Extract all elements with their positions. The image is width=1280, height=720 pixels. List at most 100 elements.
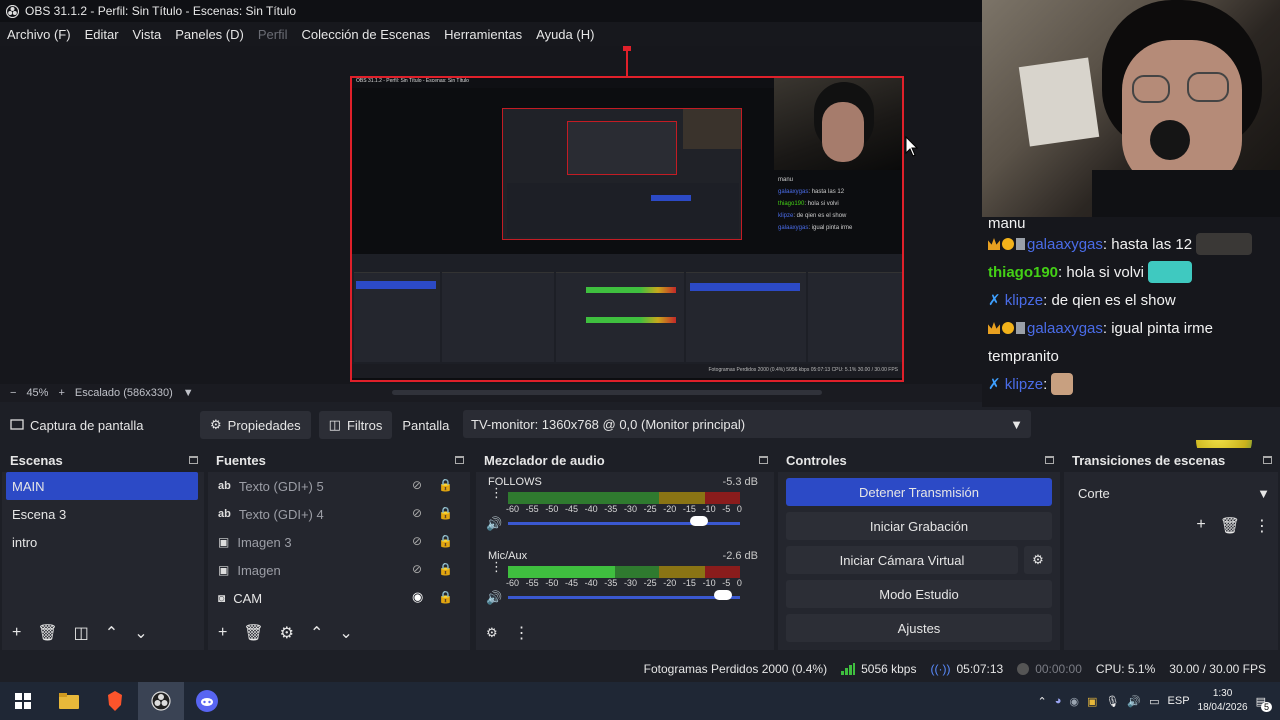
menu-dots-icon[interactable]: ⋮ — [1254, 516, 1270, 536]
trash-icon[interactable]: 🗑 — [243, 623, 263, 643]
eye-hidden-icon[interactable]: ⊘ — [412, 479, 426, 491]
gear-icon[interactable]: ⚙ — [280, 623, 294, 643]
source-item[interactable]: ab Texto (GDI+) 5 ⊘ 🔒 — [208, 472, 470, 500]
meter-tick-label: -55 — [525, 578, 539, 588]
lock-icon[interactable]: 🔒 — [438, 562, 453, 576]
scene-item[interactable]: Escena 3 — [2, 500, 204, 528]
stop-streaming-button[interactable]: Detener Transmisión — [786, 478, 1052, 506]
menu-dots-icon[interactable]: ⋮ — [514, 623, 530, 643]
menu-ayuda[interactable]: Ayuda (H) — [536, 27, 594, 42]
selection-handle-top[interactable] — [620, 46, 634, 80]
scene-item[interactable]: intro — [2, 528, 204, 556]
source-item[interactable]: ab Texto (GDI+) 4 ⊘ 🔒 — [208, 500, 470, 528]
up-arrow-icon[interactable]: ⌃ — [310, 623, 323, 643]
undock-icon[interactable] — [189, 456, 198, 464]
notifications-icon[interactable]: ▤ 5 — [1256, 695, 1272, 712]
eye-hidden-icon[interactable]: ⊘ — [412, 563, 426, 575]
wall-poster — [1018, 57, 1100, 147]
lock-icon[interactable]: 🔒 — [438, 590, 453, 604]
zoom-out-button[interactable]: − — [10, 387, 16, 399]
clock[interactable]: 1:30 18/04/2026 — [1198, 687, 1248, 715]
trash-icon[interactable]: 🗑 — [37, 623, 57, 643]
volume-slider[interactable] — [508, 596, 740, 599]
properties-button[interactable]: ⚙ Propiedades — [200, 411, 311, 439]
eye-hidden-icon[interactable]: ⊘ — [412, 535, 426, 547]
zoom-bar: − 45% + Escalado (586x330) ▼ — [0, 384, 982, 402]
start-button[interactable] — [0, 682, 46, 720]
microphone-icon[interactable]: 🎙 — [1105, 695, 1119, 708]
preview-canvas[interactable]: OBS 31.1.2 - Perfil: Sin Título - Escena… — [0, 46, 982, 384]
speaker-icon[interactable]: 🔊 — [486, 590, 502, 606]
app-tray-icon[interactable]: ▣ — [1087, 695, 1097, 708]
lock-icon[interactable]: 🔒 — [438, 534, 453, 548]
brave-browser-button[interactable] — [92, 682, 138, 720]
preview-scrollbar[interactable] — [392, 390, 822, 395]
undock-icon[interactable] — [759, 456, 768, 464]
filters-button[interactable]: ◫ Filtros — [318, 411, 393, 439]
brave-lion-icon — [108, 691, 122, 711]
volume-icon[interactable]: 🔊 — [1127, 695, 1141, 708]
text-icon: ab — [218, 480, 231, 492]
up-arrow-icon[interactable]: ⌃ — [105, 623, 118, 643]
source-item[interactable]: ▣ Imagen 3 ⊘ 🔒 — [208, 528, 470, 556]
start-recording-button[interactable]: Iniciar Grabación — [786, 512, 1052, 540]
dock-title: Controles — [778, 448, 1060, 472]
transition-select[interactable]: Corte ▼ — [1070, 480, 1270, 506]
webcam-face — [1122, 40, 1242, 190]
settings-button[interactable]: Ajustes — [786, 614, 1052, 642]
menu-paneles[interactable]: Paneles (D) — [175, 27, 244, 42]
chat-message: galaaxygas: hasta las 12 — [988, 231, 1274, 259]
menu-vista[interactable]: Vista — [133, 27, 162, 42]
undock-icon[interactable] — [1045, 456, 1054, 464]
chat-text: : hasta las 12 — [1102, 236, 1193, 253]
discord-button[interactable] — [184, 682, 230, 720]
trash-icon[interactable]: 🗑 — [1220, 516, 1240, 536]
scene-item[interactable]: MAIN — [6, 472, 198, 500]
language-indicator[interactable]: ESP — [1168, 695, 1190, 707]
preview-source-display-capture[interactable]: OBS 31.1.2 - Perfil: Sin Título - Escena… — [350, 76, 904, 382]
channel-menu-icon[interactable]: ⋮ — [490, 560, 503, 573]
mixer-channel: Mic/Aux -2.6 dB ⋮ -60 -55 -50 -45 -40 -35 -30-… — [482, 546, 766, 620]
eye-hidden-icon[interactable]: ⊘ — [412, 507, 426, 519]
virtual-camera-settings-gear-icon[interactable]: ⚙ — [1024, 546, 1052, 574]
network-icon[interactable]: ▭ — [1149, 695, 1159, 708]
chevron-up-icon[interactable]: ⌃ — [1038, 695, 1047, 708]
down-arrow-icon[interactable]: ⌄ — [339, 623, 352, 643]
menu-editar[interactable]: Editar — [85, 27, 119, 42]
zoom-level: 45% — [26, 387, 49, 399]
volume-slider-handle[interactable] — [690, 516, 708, 526]
zoom-in-button[interactable]: + — [58, 387, 64, 399]
obs-tray-icon[interactable]: ◉ — [1069, 695, 1079, 708]
filter-icon[interactable]: ◫ — [74, 623, 89, 643]
menu-archivo[interactable]: Archivo (F) — [7, 27, 71, 42]
crown-icon — [988, 322, 1000, 334]
add-icon[interactable]: + — [218, 624, 227, 642]
lock-icon[interactable]: 🔒 — [438, 478, 453, 492]
display-select[interactable]: TV-monitor: 1360x768 @ 0,0 (Monitor prin… — [463, 410, 1031, 438]
menu-herramientas[interactable]: Herramientas — [444, 27, 522, 42]
lock-icon[interactable]: 🔒 — [438, 506, 453, 520]
obs-taskbar-button[interactable] — [138, 682, 184, 720]
undock-icon[interactable] — [1263, 456, 1272, 464]
add-icon[interactable]: + — [1196, 516, 1205, 536]
volume-slider-handle[interactable] — [714, 590, 732, 600]
menu-perfil[interactable]: Perfil — [258, 27, 288, 42]
file-explorer-button[interactable] — [46, 682, 92, 720]
chat-text: : igual pinta irme — [1102, 320, 1213, 337]
source-item[interactable]: ◙ CAM ◉ 🔒 — [208, 584, 470, 612]
add-icon[interactable]: + — [12, 624, 21, 642]
studio-mode-button[interactable]: Modo Estudio — [786, 580, 1052, 608]
speaker-icon[interactable]: 🔊 — [486, 516, 502, 532]
discord-tray-icon[interactable]: ◕ — [1055, 695, 1062, 707]
channel-menu-icon[interactable]: ⋮ — [490, 486, 503, 499]
menu-coleccion-escenas[interactable]: Colección de Escenas — [301, 27, 430, 42]
text-icon: ab — [218, 508, 231, 520]
scale-dropdown-icon[interactable]: ▼ — [183, 387, 194, 399]
gear-icon[interactable]: ⚙ — [486, 625, 498, 641]
down-arrow-icon[interactable]: ⌄ — [134, 623, 147, 643]
undock-icon[interactable] — [455, 456, 464, 464]
chat-text: : hola si volvi — [1058, 264, 1144, 281]
source-item[interactable]: ▣ Imagen ⊘ 🔒 — [208, 556, 470, 584]
eye-icon[interactable]: ◉ — [412, 590, 426, 603]
start-virtual-camera-button[interactable]: Iniciar Cámara Virtual — [786, 546, 1018, 574]
